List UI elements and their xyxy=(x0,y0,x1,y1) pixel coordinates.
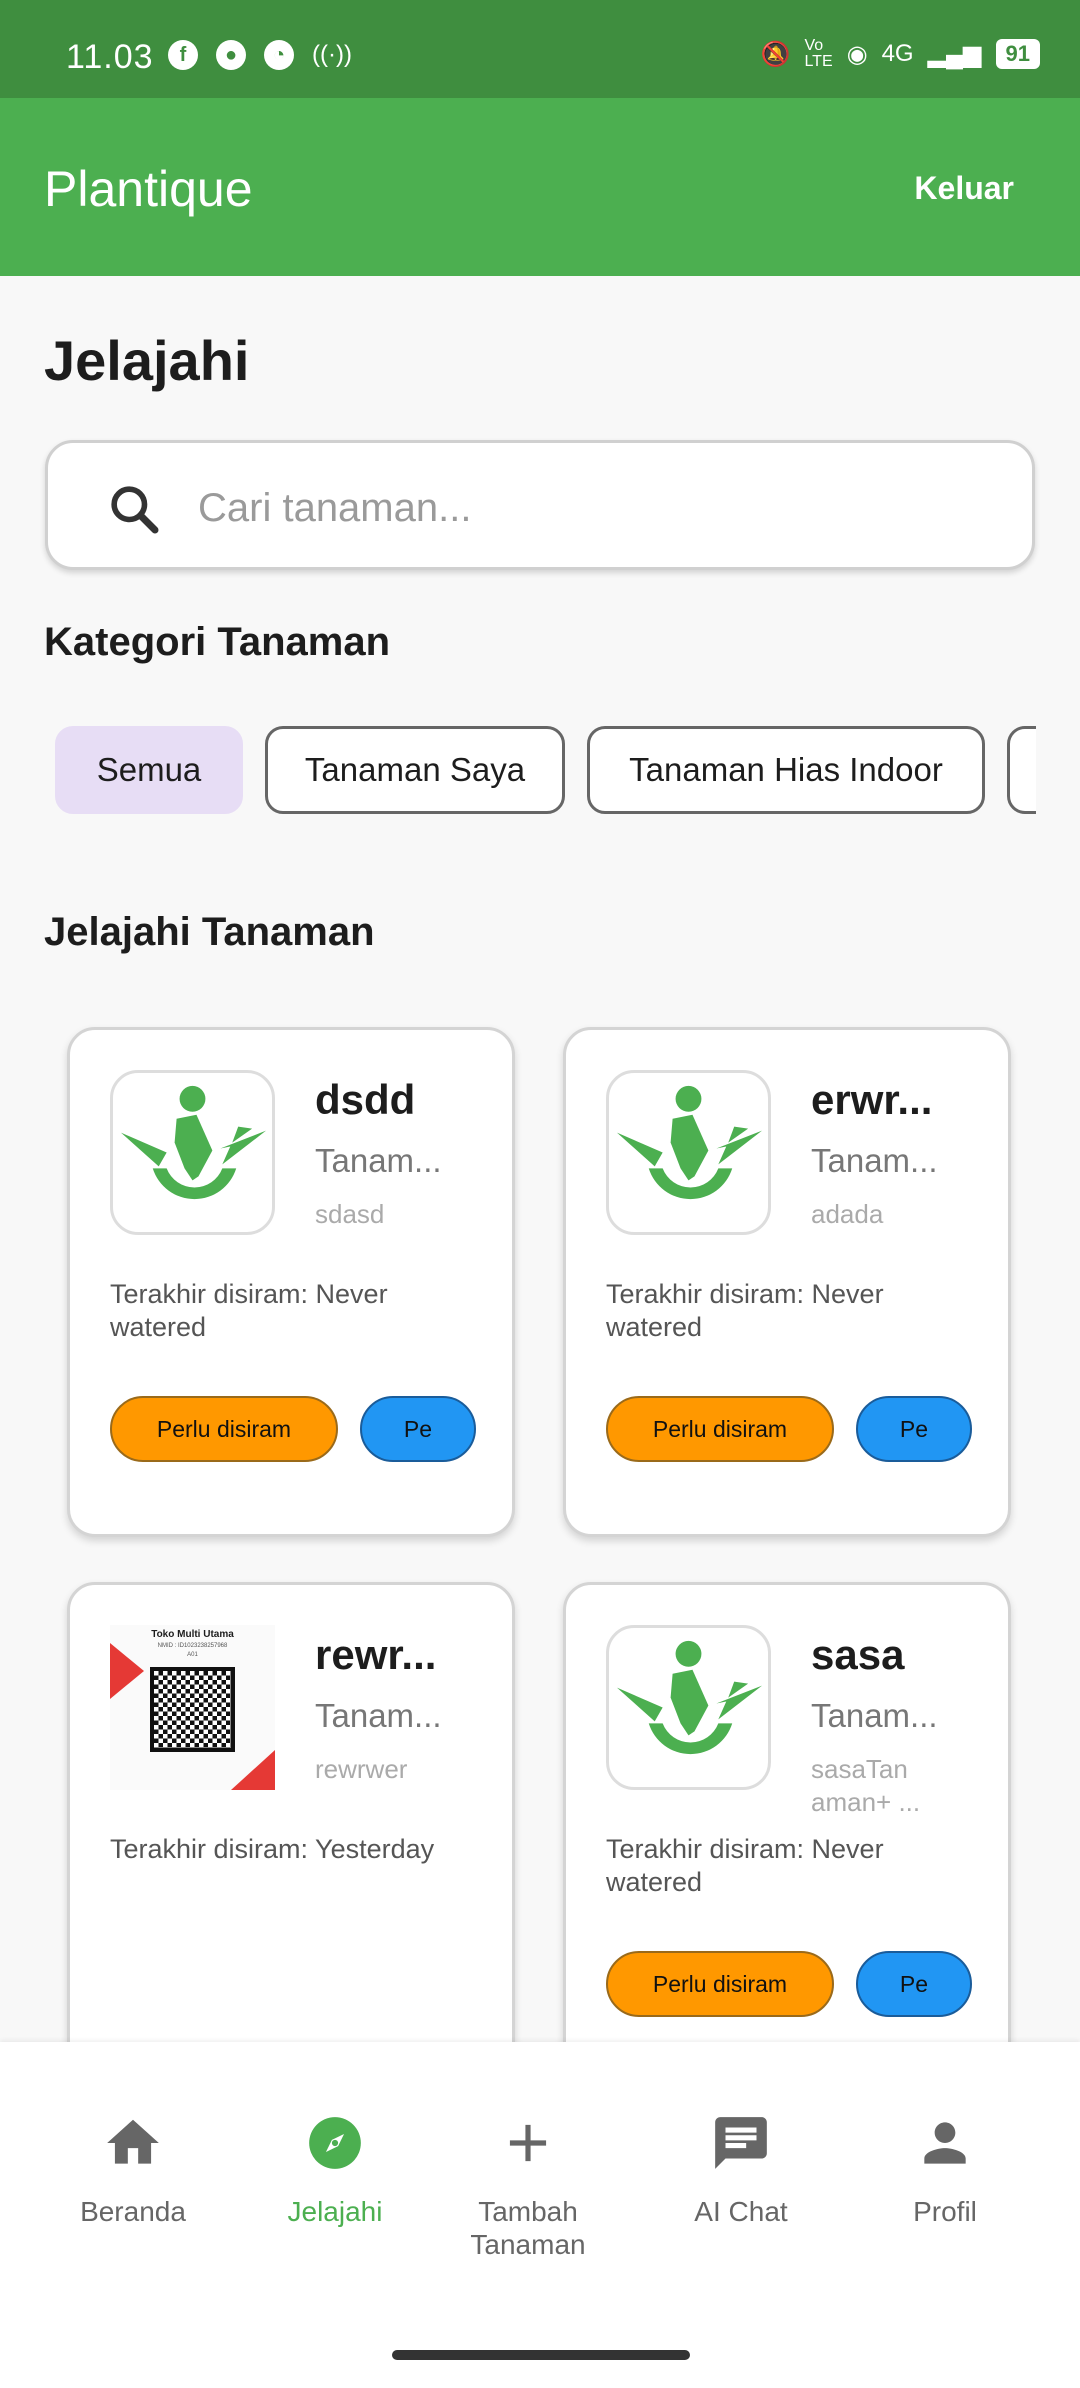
explore-heading: Jelajahi Tanaman xyxy=(44,910,375,954)
categories-heading: Kategori Tanaman xyxy=(44,620,390,664)
plant-card[interactable]: sasa Tanam... sasaTan aman+ ... Terakhir… xyxy=(563,1582,1011,2102)
plant-image xyxy=(110,1070,275,1235)
plant-description: rewrwer xyxy=(315,1754,408,1784)
hotspot-icon: ((·)) xyxy=(312,41,352,68)
last-watered: Terakhir disiram: Never watered xyxy=(606,1834,884,1897)
nav-ai-chat[interactable]: AI Chat xyxy=(668,2112,814,2228)
page-title: Jelajahi xyxy=(44,329,250,392)
signal-icon: ▂▄▆ xyxy=(927,40,982,68)
plant-category: Tanam... xyxy=(811,1697,938,1734)
plant-description: adada xyxy=(811,1199,884,1229)
nav-jelajahi[interactable]: Jelajahi xyxy=(262,2112,408,2228)
chip-tanaman-hias-indoor[interactable]: Tanaman Hias Indoor xyxy=(587,726,985,814)
app-bar: Plantique Keluar xyxy=(0,98,1080,276)
volte-icon: Vo LTE xyxy=(804,37,833,70)
network-type: 4G xyxy=(881,40,914,67)
chip-semua[interactable]: Semua xyxy=(55,726,243,814)
plant-description: sasaTan aman+ ... xyxy=(811,1754,921,1817)
chat-icon xyxy=(715,2117,767,2169)
nav-label: AI Chat xyxy=(694,2196,788,2227)
nav-label: Profil xyxy=(913,2196,977,2227)
nav-label: Tambah Tanaman xyxy=(470,2196,586,2260)
plant-name: rewr... xyxy=(315,1631,437,1678)
plant-name: dsdd xyxy=(315,1076,416,1123)
plant-image: Toko Multi Utama NMID : ID1023238257968 … xyxy=(110,1625,275,1790)
plant-logo-icon xyxy=(120,1085,267,1200)
secondary-action-button[interactable]: Pe xyxy=(856,1951,972,2017)
needs-watering-button[interactable]: Perlu disiram xyxy=(110,1396,338,1462)
wifi-icon: ◉ xyxy=(846,40,868,68)
logout-button[interactable]: Keluar xyxy=(914,170,1014,207)
qr-title: Toko Multi Utama xyxy=(151,1629,234,1640)
plant-logo-icon xyxy=(616,1640,763,1755)
plant-description: sdasd xyxy=(315,1199,385,1229)
home-icon xyxy=(107,2119,159,2164)
bottom-navigation: Beranda Jelajahi Tambah Tanaman AI Chat … xyxy=(0,2042,1080,2388)
nav-profil[interactable]: Profil xyxy=(872,2112,1018,2228)
compass-icon xyxy=(309,2117,361,2169)
search-icon xyxy=(111,486,159,534)
last-watered: Terakhir disiram: Yesterday xyxy=(110,1834,435,1864)
plant-category: Tanam... xyxy=(315,1697,442,1734)
last-watered: Terakhir disiram: Never watered xyxy=(606,1279,884,1342)
plant-image xyxy=(606,1070,771,1235)
notification-app-icon: ● xyxy=(216,40,246,70)
app-title: Plantique xyxy=(44,161,253,217)
status-bar: 11.03 f ● ◔ ((·)) 🔕 Vo LTE ◉ 4G ▂▄▆ 91 xyxy=(0,0,1080,98)
plant-logo-icon xyxy=(616,1085,763,1200)
chip-tanaman-saya[interactable]: Tanaman Saya xyxy=(265,726,565,814)
mute-icon: 🔕 xyxy=(760,40,791,68)
nav-label: Jelajahi xyxy=(287,2196,383,2227)
plant-name: sasa xyxy=(811,1631,905,1678)
plus-icon xyxy=(509,2124,547,2162)
plant-card[interactable]: Toko Multi Utama NMID : ID1023238257968 … xyxy=(67,1582,515,2102)
nav-label: Beranda xyxy=(80,2196,186,2227)
nav-tambah-tanaman[interactable]: Tambah Tanaman xyxy=(448,2112,608,2261)
plant-card[interactable]: erwr... Tanam... adada Terakhir disiram:… xyxy=(563,1027,1011,1537)
battery-icon: 91 xyxy=(995,39,1040,69)
plant-card[interactable]: dsdd Tanam... sdasd Terakhir disiram: Ne… xyxy=(67,1027,515,1537)
search-bar[interactable] xyxy=(45,440,1035,570)
plant-category: Tanam... xyxy=(811,1142,938,1179)
category-chips[interactable]: Semua Tanaman Saya Tanaman Hias Indoor xyxy=(0,726,1036,816)
facebook-icon: f xyxy=(168,40,198,70)
needs-watering-button[interactable]: Perlu disiram xyxy=(606,1396,834,1462)
search-input[interactable] xyxy=(198,473,978,543)
person-icon xyxy=(924,2122,966,2164)
chip-next-partial[interactable] xyxy=(1007,726,1036,814)
status-time: 11.03 xyxy=(66,38,154,76)
needs-watering-button[interactable]: Perlu disiram xyxy=(606,1951,834,2017)
secondary-action-button[interactable]: Pe xyxy=(856,1396,972,1462)
plant-image xyxy=(606,1625,771,1790)
plant-category: Tanam... xyxy=(315,1142,442,1179)
speed-app-icon: ◔ xyxy=(264,40,294,70)
last-watered: Terakhir disiram: Never watered xyxy=(110,1279,388,1342)
plant-name: erwr... xyxy=(811,1076,933,1123)
qr-subtitle: NMID : ID1023238257968 xyxy=(157,1643,228,1649)
nav-beranda[interactable]: Beranda xyxy=(60,2112,206,2228)
gesture-handle[interactable] xyxy=(392,2350,690,2360)
qr-code-label: A01 xyxy=(187,1652,198,1658)
qr-code-icon xyxy=(150,1667,235,1752)
secondary-action-button[interactable]: Pe xyxy=(360,1396,476,1462)
